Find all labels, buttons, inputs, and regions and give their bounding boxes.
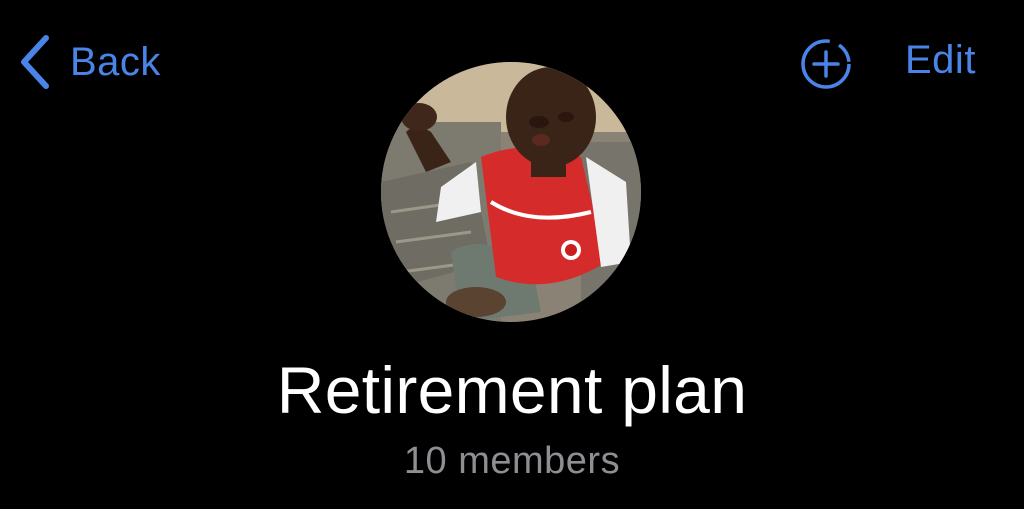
add-circle-dashed-icon (801, 39, 851, 89)
add-member-button[interactable] (798, 36, 854, 92)
edit-button[interactable]: Edit (905, 38, 976, 83)
group-title: Retirement plan (276, 353, 748, 427)
back-label: Back (70, 39, 161, 84)
group-avatar[interactable] (381, 62, 641, 322)
chevron-left-icon (21, 35, 49, 89)
member-count[interactable]: 10 members (0, 440, 1024, 483)
back-button[interactable]: Back (18, 30, 161, 94)
avatar-photo (381, 62, 641, 322)
